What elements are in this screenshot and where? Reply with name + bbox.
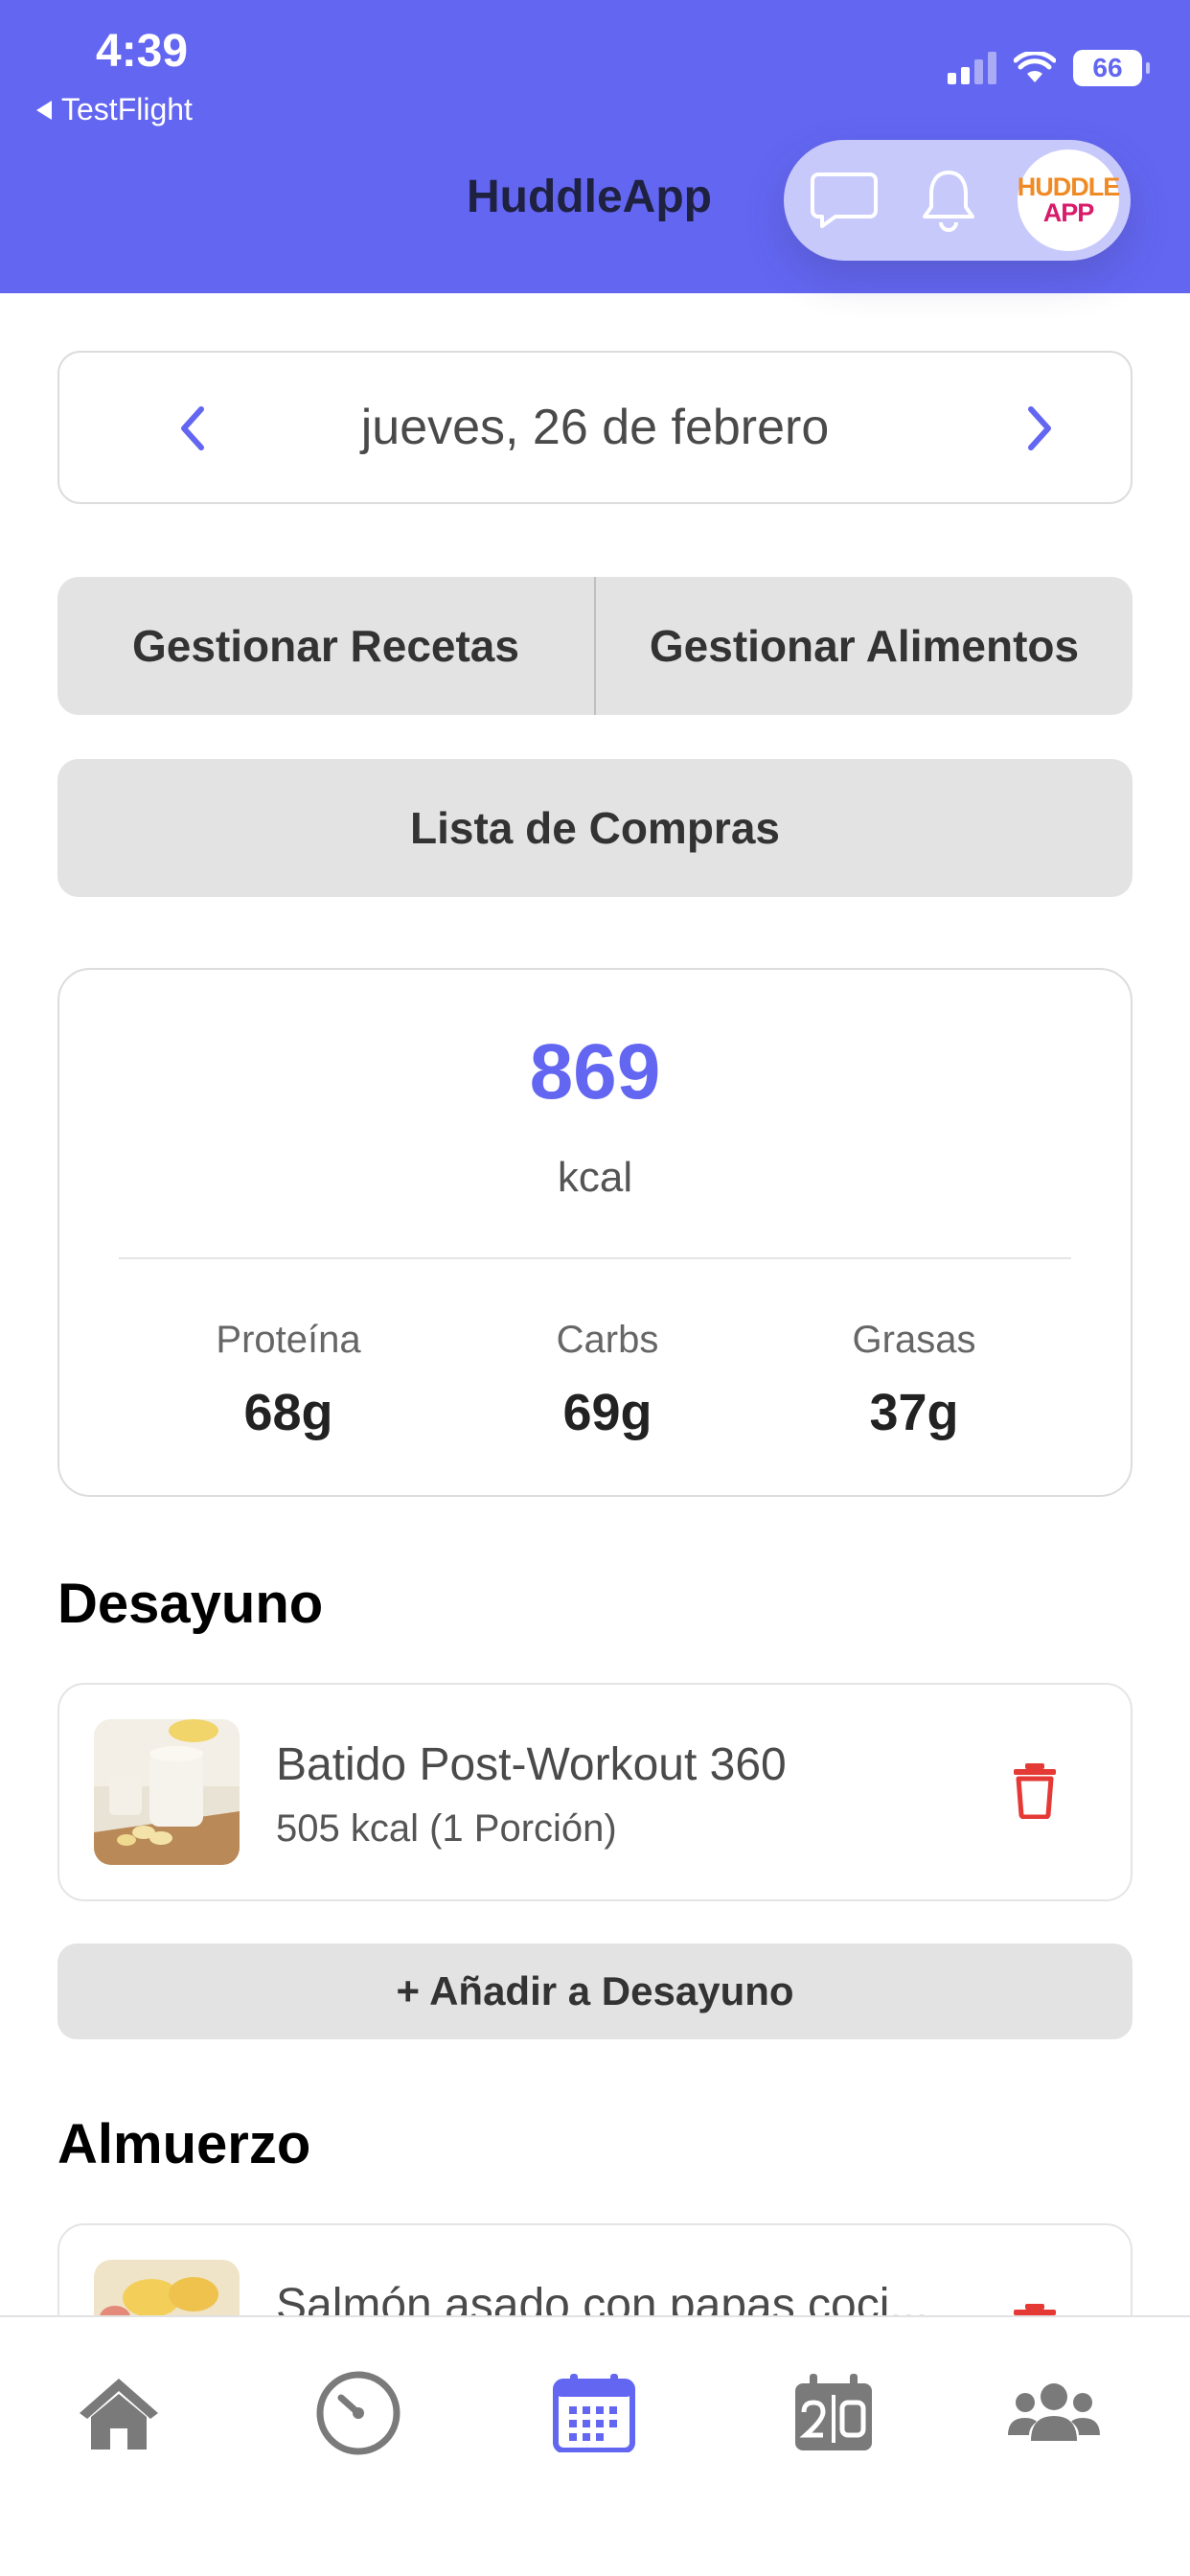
next-day-button[interactable] bbox=[1006, 395, 1073, 462]
group-icon bbox=[1008, 2383, 1100, 2441]
macro-label: Proteína bbox=[216, 1319, 361, 1361]
food-photo bbox=[94, 1719, 240, 1865]
header-actions: HUDDLE APP bbox=[784, 140, 1131, 261]
summary-divider bbox=[119, 1257, 1071, 1259]
meal-item-detail: 505 kcal (1 Porción) bbox=[276, 1807, 617, 1850]
status-time: 4:39 bbox=[96, 26, 189, 77]
tab-home[interactable] bbox=[71, 2365, 167, 2461]
manage-foods-button[interactable]: Gestionar Alimentos bbox=[596, 577, 1133, 715]
macro-carbs: Carbs 69g bbox=[464, 1319, 751, 1442]
tab-scoreboard[interactable] bbox=[786, 2365, 881, 2461]
huddleapp-logo[interactable]: HUDDLE APP bbox=[1017, 150, 1120, 251]
scoreboard-icon bbox=[795, 2374, 872, 2450]
macro-protein: Proteína 68g bbox=[145, 1319, 432, 1442]
current-date: jueves, 26 de febrero bbox=[360, 400, 830, 455]
meal-item-name: Batido Post-Workout 360 bbox=[276, 1739, 787, 1790]
date-selector: jueves, 26 de febrero bbox=[57, 351, 1133, 504]
calories-unit: kcal bbox=[557, 1154, 633, 1201]
manage-recipes-button[interactable]: Gestionar Recetas bbox=[57, 577, 594, 715]
app-header: 4:39 TestFlight 66 HuddleApp HUDDLE APP bbox=[0, 0, 1190, 293]
macro-value: 68g bbox=[243, 1384, 333, 1441]
chat-icon[interactable] bbox=[811, 171, 878, 230]
section-title-almuerzo: Almuerzo bbox=[57, 2113, 311, 2175]
testflight-back-link[interactable]: TestFlight bbox=[36, 92, 193, 127]
add-to-breakfast-button[interactable]: + Añadir a Desayuno bbox=[57, 1944, 1133, 2039]
status-indicators: 66 bbox=[948, 50, 1150, 86]
calories-total: 869 bbox=[529, 1028, 661, 1116]
tab-calendar[interactable] bbox=[546, 2365, 642, 2461]
macro-label: Grasas bbox=[852, 1319, 976, 1361]
back-arrow-icon bbox=[36, 100, 52, 120]
bottom-tab-bar bbox=[0, 2315, 1190, 2576]
chevron-left-icon bbox=[181, 406, 204, 450]
calendar-icon bbox=[553, 2374, 635, 2452]
nutrition-summary-card: 869 kcal Proteína 68g Carbs 69g Grasas 3… bbox=[57, 968, 1133, 1497]
trash-icon bbox=[1014, 1763, 1056, 1820]
chevron-right-icon bbox=[1028, 406, 1051, 450]
cellular-signal-icon bbox=[948, 52, 996, 84]
battery-icon: 66 bbox=[1073, 50, 1150, 86]
home-icon bbox=[80, 2379, 158, 2450]
manage-buttons: Gestionar Recetas Gestionar Alimentos bbox=[57, 577, 1133, 715]
section-title-desayuno: Desayuno bbox=[57, 1573, 324, 1635]
macro-value: 37g bbox=[869, 1384, 959, 1441]
logo-line1: HUDDLE bbox=[1017, 172, 1120, 201]
macro-label: Carbs bbox=[556, 1319, 659, 1361]
meal-item[interactable]: Batido Post-Workout 360 505 kcal (1 Porc… bbox=[57, 1683, 1133, 1901]
previous-day-button[interactable] bbox=[159, 395, 226, 462]
shopping-list-button[interactable]: Lista de Compras bbox=[57, 759, 1133, 897]
macro-fats: Grasas 37g bbox=[770, 1319, 1058, 1442]
back-label: TestFlight bbox=[61, 92, 193, 126]
delete-button[interactable] bbox=[1012, 1761, 1058, 1824]
macro-value: 69g bbox=[562, 1384, 652, 1441]
logo-line2: APP bbox=[1042, 198, 1095, 227]
bell-icon[interactable] bbox=[920, 167, 977, 234]
app-title: HuddleApp bbox=[467, 172, 712, 222]
wifi-icon bbox=[1014, 52, 1056, 82]
tab-timer[interactable] bbox=[310, 2365, 406, 2461]
timer-icon bbox=[316, 2371, 400, 2455]
tab-groups[interactable] bbox=[1006, 2365, 1102, 2461]
